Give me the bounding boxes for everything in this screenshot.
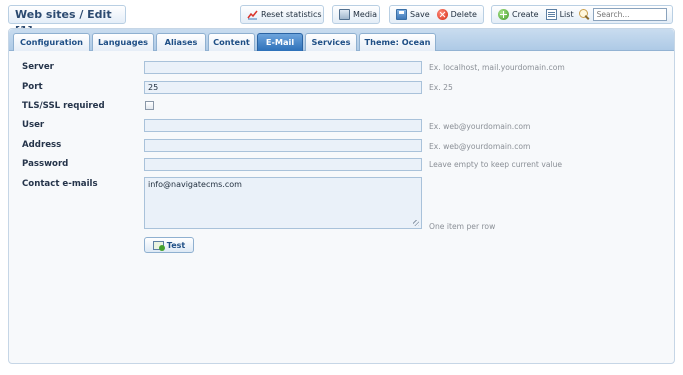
port-input[interactable]: 25 (144, 81, 422, 94)
media-button[interactable]: Media (337, 9, 379, 20)
password-label: Password (22, 159, 69, 169)
chart-icon (247, 9, 258, 20)
media-group: Media (332, 5, 380, 24)
password-hint: Leave empty to keep current value (429, 160, 563, 169)
tls-label: TLS/SSL required (22, 101, 105, 111)
reset-statistics-button[interactable]: Reset statistics (245, 9, 324, 20)
search-input[interactable] (592, 8, 667, 21)
media-icon (339, 9, 350, 20)
contact-emails-value: info@navigatecms.com (148, 180, 242, 189)
test-button[interactable]: Test (144, 237, 194, 253)
delete-button[interactable]: Delete (435, 9, 479, 20)
address-label: Address (22, 140, 62, 150)
list-button[interactable]: List (544, 9, 576, 20)
server-input[interactable] (144, 61, 422, 74)
search-icon[interactable] (578, 9, 590, 20)
user-input[interactable] (144, 119, 422, 132)
save-icon (396, 9, 407, 20)
save-label: Save (410, 10, 430, 19)
delete-icon (436, 9, 448, 20)
user-label: User (22, 120, 45, 130)
server-hint: Ex. localhost, mail.yourdomain.com (429, 63, 565, 72)
plus-icon (498, 9, 509, 20)
list-icon (545, 9, 557, 20)
reset-statistics-group: Reset statistics (240, 5, 324, 24)
create-button[interactable]: Create (496, 9, 541, 20)
tab-configuration[interactable]: Configuration (13, 33, 90, 51)
tab-languages[interactable]: Languages (92, 33, 154, 51)
edit-panel: Configuration Languages Aliases Content … (8, 28, 675, 364)
password-input[interactable] (144, 158, 422, 171)
contact-emails-label: Contact e-mails (22, 179, 98, 189)
tab-services[interactable]: Services (305, 33, 357, 51)
port-hint: Ex. 25 (429, 83, 453, 92)
tab-theme[interactable]: Theme: Ocean (359, 33, 436, 51)
contact-emails-textarea[interactable]: info@navigatecms.com (144, 177, 422, 229)
list-label: List (559, 10, 574, 19)
mail-test-icon (152, 240, 165, 251)
tab-aliases[interactable]: Aliases (156, 33, 206, 51)
create-label: Create (512, 10, 539, 19)
create-list-search-group: Create List (491, 5, 673, 24)
user-hint: Ex. web@yourdomain.com (429, 122, 531, 131)
test-label: Test (166, 240, 186, 250)
contact-emails-hint: One item per row (429, 222, 496, 231)
delete-label: Delete (450, 10, 477, 19)
save-button[interactable]: Save (394, 9, 432, 20)
tab-content[interactable]: Content (208, 33, 255, 51)
save-delete-group: Save Delete (389, 5, 484, 24)
media-label: Media (353, 10, 378, 19)
reset-statistics-label: Reset statistics (261, 10, 322, 19)
address-hint: Ex. web@yourdomain.com (429, 142, 531, 151)
tab-email[interactable]: E-Mail (257, 33, 303, 51)
server-label: Server (22, 62, 54, 72)
tls-checkbox[interactable] (145, 101, 154, 110)
port-label: Port (22, 82, 43, 92)
page-title: Web sites / Edit [1] (8, 5, 126, 37)
resize-grip-icon[interactable] (413, 220, 419, 226)
tab-bar: Configuration Languages Aliases Content … (9, 29, 674, 51)
address-input[interactable] (144, 139, 422, 152)
